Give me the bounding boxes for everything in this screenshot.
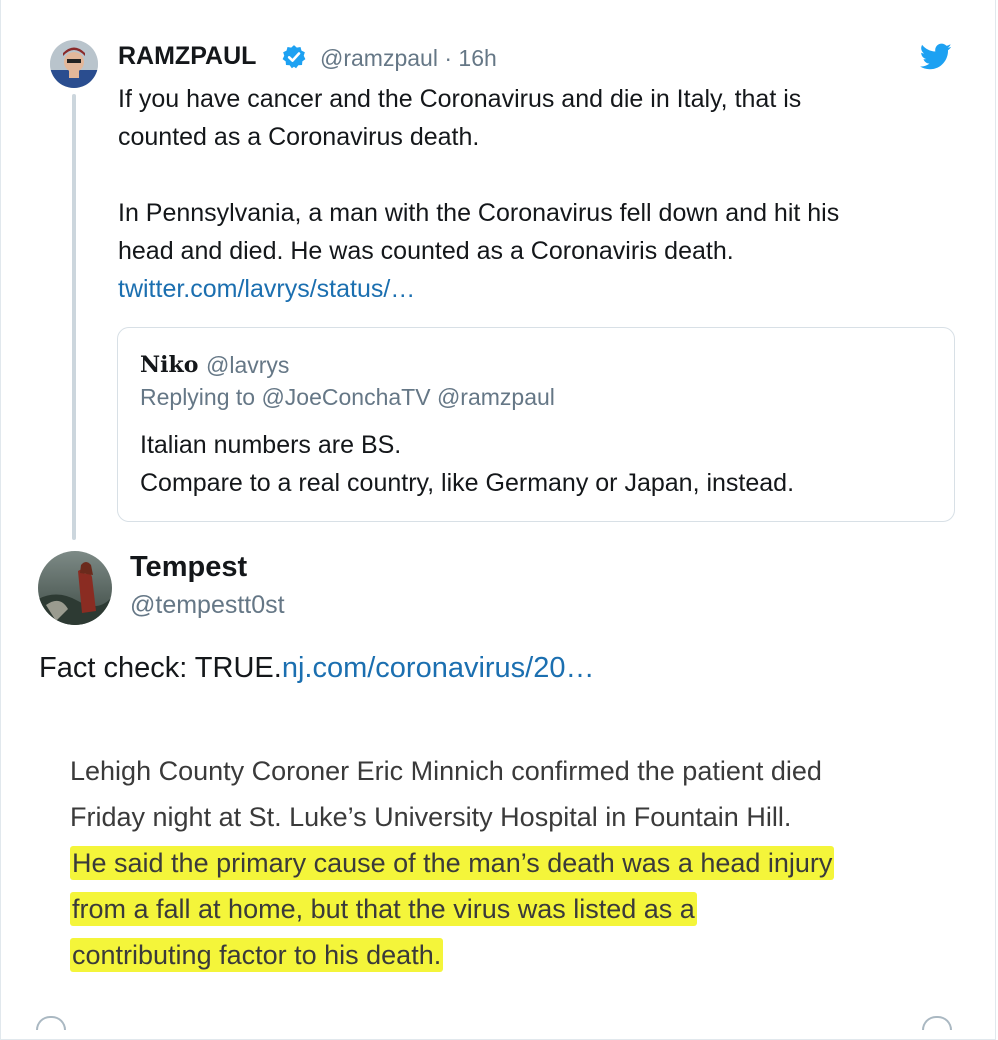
tweet-timestamp[interactable]: 16h [458,45,496,71]
quoted-tweet-link[interactable]: twitter.com/lavrys/status/… [118,275,415,303]
highlighted-article-line: contributing factor to his death. [70,938,444,972]
replying-to-label: Replying to @JoeConchaTV @ramzpaul [140,384,555,410]
quoted-tweet-text: Italian numbers are BS. Compare to a rea… [140,426,794,502]
quoted-author-handle[interactable]: @lavrys [206,352,289,379]
author-handle[interactable]: @ramzpaul [320,45,438,71]
reply-author-name[interactable]: Tempest [130,551,247,584]
thread-connector-line [72,94,76,540]
author-name[interactable]: RAMZPAUL [118,42,256,71]
article-line: Lehigh County Coroner Eric Minnich confi… [70,756,822,786]
quoted-author-name[interactable]: Niko [140,352,198,378]
quoted-text-line: Compare to a real country, like Germany … [140,469,795,497]
tweet-body: If you have cancer and the Coronavirus a… [118,80,938,308]
quoted-text-line: Italian numbers are BS. [140,431,402,459]
fact-check-text: Fact check: TRUE. [39,652,282,684]
meta-separator: · [444,45,453,71]
reply-tweet-text: Fact check: TRUE.nj.com/coronavirus/20… [39,652,595,685]
tweet-text-line: If you have cancer and the Coronavirus a… [118,85,802,113]
article-line: Friday night at St. Luke’s University Ho… [70,802,792,832]
quoted-tweet-card[interactable]: Niko @lavrys Replying to @JoeConchaTV @r… [117,327,955,522]
twitter-bird-icon[interactable] [920,43,952,71]
avatar-image [38,551,112,625]
tempest-avatar[interactable] [38,551,112,625]
tweet-text-line: In Pennsylvania, a man with the Coronavi… [118,199,840,227]
article-excerpt-image[interactable]: Lehigh County Coroner Eric Minnich confi… [70,748,950,978]
tweet-text-line: counted as a Coronavirus death. [118,123,480,151]
ramzpaul-avatar[interactable] [50,40,98,88]
reply-author-handle[interactable]: @tempestt0st [130,591,285,620]
article-link[interactable]: nj.com/coronavirus/20… [282,652,595,684]
highlighted-article-line: He said the primary cause of the man’s d… [70,846,835,880]
tweet-meta: @ramzpaul · 16h [320,45,497,72]
tweet-text-line: head and died. He was counted as a Coron… [118,237,734,265]
highlighted-article-line: from a fall at home, but that the virus … [70,892,697,926]
verified-badge-icon [282,45,306,69]
avatar-image [50,40,98,88]
